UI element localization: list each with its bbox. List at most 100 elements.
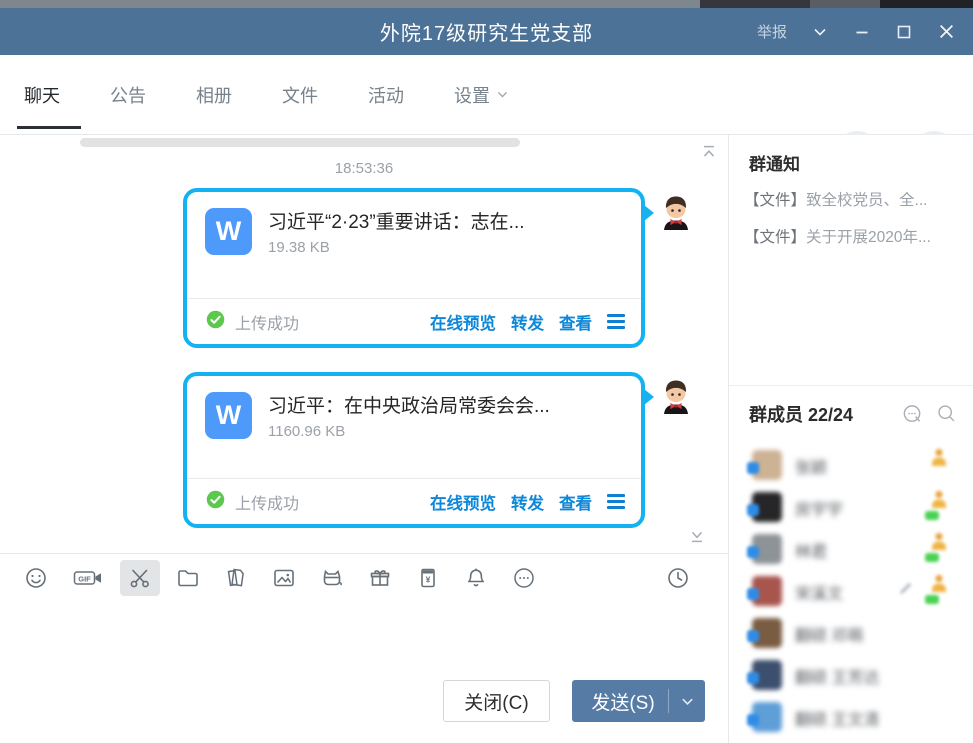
blurred-notice-bar xyxy=(80,138,520,147)
forward-link[interactable]: 转发 xyxy=(511,490,544,514)
group-side-panel: 群通知 【文件】致全校党员、全... 【文件】关于开展2020年... 群成员 … xyxy=(728,135,973,744)
forward-link[interactable]: 转发 xyxy=(511,310,544,334)
tab-announcement[interactable]: 公告 xyxy=(110,55,146,135)
send-button[interactable]: 发送(S) xyxy=(572,680,705,722)
member-row[interactable]: 宋溪文 xyxy=(729,571,973,613)
member-row[interactable]: 翻硕 邓萌 xyxy=(729,613,973,655)
svg-text:GIF: GIF xyxy=(78,574,91,583)
minimize-button[interactable] xyxy=(845,15,879,49)
red-packet-icon[interactable]: ¥ xyxy=(408,560,448,596)
success-check-icon xyxy=(205,489,226,515)
member-badge xyxy=(747,672,759,684)
notice-item[interactable]: 【文件】致全校党员、全... xyxy=(744,188,966,210)
view-link[interactable]: 查看 xyxy=(559,310,592,334)
notice-item[interactable]: 【文件】关于开展2020年... xyxy=(744,225,966,247)
group-notice-title: 群通知 xyxy=(749,150,800,175)
svg-text:¥: ¥ xyxy=(426,574,431,584)
sender-avatar[interactable] xyxy=(656,374,696,414)
tab-settings[interactable]: 设置 xyxy=(454,55,509,135)
sender-avatar[interactable] xyxy=(656,190,696,230)
send-label[interactable]: 发送(S) xyxy=(572,688,668,715)
members-label: 群成员 xyxy=(749,405,803,425)
mobile-online-icon xyxy=(930,447,948,472)
chevron-down-icon xyxy=(496,85,509,106)
active-tab-underline xyxy=(17,126,81,129)
member-badge xyxy=(747,546,759,558)
screenshot-scissors-icon[interactable] xyxy=(120,560,160,596)
file-menu-icon[interactable] xyxy=(607,314,625,329)
upload-status: 上传成功 xyxy=(235,490,299,514)
message-history-icon[interactable] xyxy=(658,560,698,596)
background-segment xyxy=(700,0,810,8)
footer-actions: 关闭(C) 发送(S) xyxy=(0,678,728,744)
window-menu-chevron-icon[interactable] xyxy=(803,15,837,49)
qq-group-chat-window: 外院17级研究生党支部 举报 聊天 公告 相册 文件 xyxy=(0,0,973,744)
member-row[interactable]: 翻硕 王文清 xyxy=(729,697,973,739)
word-file-icon: W xyxy=(205,208,252,255)
chat-column: 18:53:36 W 习近平“2·23”重要讲话：志在... 19.38 KB xyxy=(0,135,728,744)
member-row[interactable]: 林君 xyxy=(729,529,973,571)
file-menu-icon[interactable] xyxy=(607,494,625,509)
notice-text: 致全校党员、全... xyxy=(806,192,927,209)
message-input[interactable] xyxy=(0,601,728,678)
file-name[interactable]: 习近平：在中央政治局常委会会... xyxy=(268,391,550,418)
image-icon[interactable] xyxy=(264,560,304,596)
tab-label: 相册 xyxy=(196,82,232,108)
documents-icon[interactable] xyxy=(216,560,256,596)
file-size: 19.38 KB xyxy=(268,239,525,256)
background-window-strip xyxy=(0,0,973,8)
upload-status: 上传成功 xyxy=(235,310,299,334)
tab-label: 公告 xyxy=(110,82,146,108)
chat-message-area[interactable]: 18:53:36 W 习近平“2·23”重要讲话：志在... 19.38 KB xyxy=(0,135,728,553)
members-count: 22/24 xyxy=(808,405,853,425)
close-button[interactable] xyxy=(929,15,963,49)
sticker-cat-icon[interactable] xyxy=(312,560,352,596)
member-badge xyxy=(747,714,759,726)
tab-files[interactable]: 文件 xyxy=(282,55,318,135)
bell-icon[interactable] xyxy=(456,560,496,596)
report-link[interactable]: 举报 xyxy=(757,21,787,42)
member-badge xyxy=(747,462,759,474)
online-indicator xyxy=(925,595,939,604)
member-row[interactable]: 房宇宇 xyxy=(729,487,973,529)
member-name: 房宇宇 xyxy=(795,496,843,520)
tab-album[interactable]: 相册 xyxy=(196,55,232,135)
notice-tag: 【文件】 xyxy=(744,229,806,246)
more-tools-icon[interactable] xyxy=(504,560,544,596)
member-row[interactable]: 翻硕 王芳达 xyxy=(729,655,973,697)
member-name: 林君 xyxy=(795,538,827,562)
member-badge xyxy=(747,588,759,600)
tab-bar: 聊天 公告 相册 文件 活动 设置 xyxy=(0,55,973,135)
file-type-letter: W xyxy=(216,400,241,431)
member-badge xyxy=(747,630,759,642)
online-preview-link[interactable]: 在线预览 xyxy=(430,490,496,514)
background-segment xyxy=(810,0,880,8)
member-search-icon[interactable] xyxy=(936,403,957,429)
edit-pencil-icon xyxy=(897,579,915,602)
tab-label: 活动 xyxy=(368,82,404,108)
member-row[interactable]: 张颖 xyxy=(729,445,973,487)
close-chat-button[interactable]: 关闭(C) xyxy=(443,680,550,722)
online-preview-link[interactable]: 在线预览 xyxy=(430,310,496,334)
send-file-folder-icon[interactable] xyxy=(168,560,208,596)
tab-activities[interactable]: 活动 xyxy=(368,55,404,135)
maximize-button[interactable] xyxy=(887,15,921,49)
gif-icon[interactable]: GIF xyxy=(64,560,112,596)
emoji-icon[interactable] xyxy=(16,560,56,596)
member-options-icon[interactable] xyxy=(901,403,924,431)
scroll-to-bottom-icon[interactable] xyxy=(688,527,706,550)
group-members-title: 群成员 22/24 xyxy=(749,401,853,427)
tab-label: 文件 xyxy=(282,82,318,108)
gift-icon[interactable] xyxy=(360,560,400,596)
send-options-chevron-icon[interactable] xyxy=(669,694,705,709)
panel-divider xyxy=(729,385,973,386)
view-link[interactable]: 查看 xyxy=(559,490,592,514)
file-message-bubble[interactable]: W 习近平：在中央政治局常委会会... 1160.96 KB 上传成功 xyxy=(183,372,645,528)
bubble-tail xyxy=(644,389,654,405)
tab-label: 设置 xyxy=(454,82,490,108)
file-message-bubble[interactable]: W 习近平“2·23”重要讲话：志在... 19.38 KB 上传成功 xyxy=(183,188,645,348)
online-indicator xyxy=(925,511,939,520)
online-indicator xyxy=(925,553,939,562)
file-name[interactable]: 习近平“2·23”重要讲话：志在... xyxy=(268,207,525,234)
tab-chat[interactable]: 聊天 xyxy=(24,55,60,135)
